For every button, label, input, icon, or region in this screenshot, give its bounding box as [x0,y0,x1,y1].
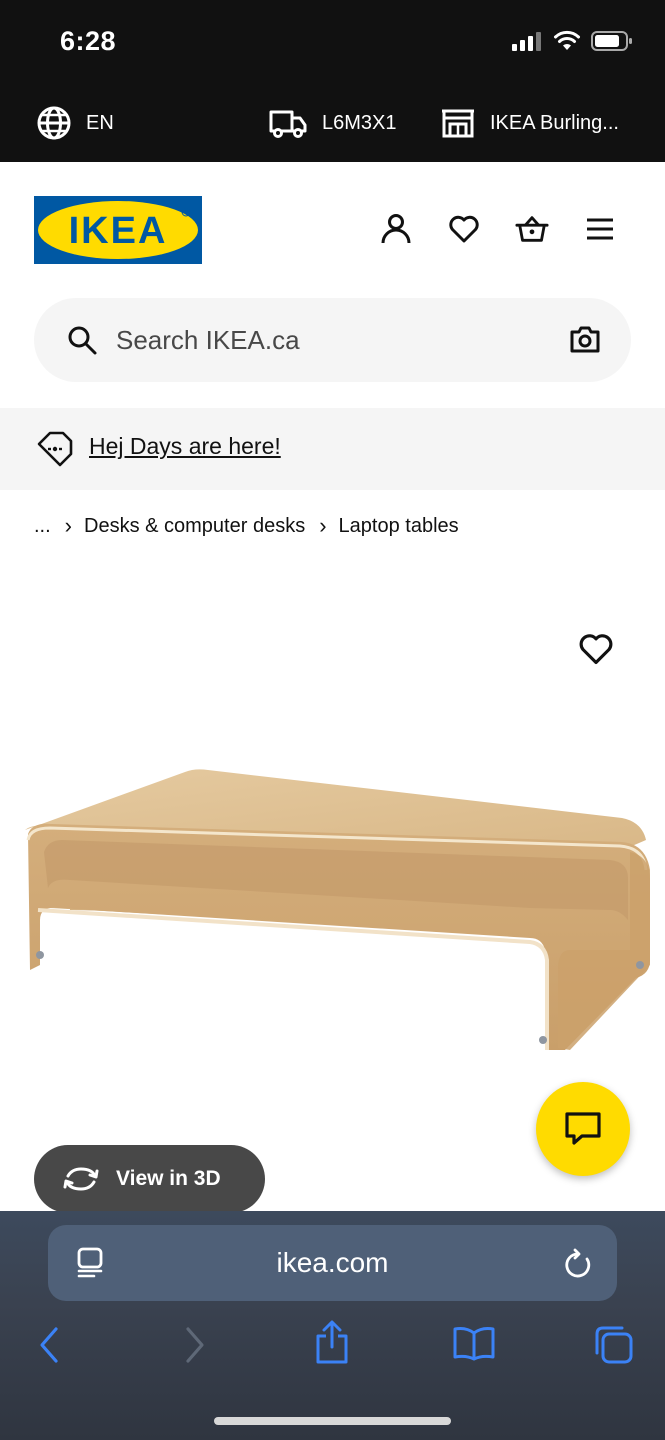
chat-button[interactable] [536,1082,630,1176]
product-image[interactable] [10,760,655,1060]
promo-link[interactable]: Hej Days are here! [89,433,281,460]
forward-icon[interactable] [182,1325,206,1365]
product-favorite-button[interactable] [578,632,614,671]
menu-button[interactable] [583,212,617,246]
status-time: 6:28 [60,26,117,56]
language-selector[interactable]: EN [36,84,114,162]
breadcrumb-item-desks[interactable]: Desks & computer desks [84,515,305,538]
site-header: IKEA [0,162,665,298]
breadcrumb-item-laptop-tables[interactable]: Laptop tables [339,515,459,538]
ikea-logo-graphic: IKEA [34,196,202,264]
heart-icon [449,215,479,243]
reload-icon[interactable] [563,1247,593,1279]
search-bar[interactable] [34,298,631,382]
search-icon [68,326,97,355]
view-in-3d-button[interactable]: View in 3D [34,1145,265,1213]
back-icon[interactable] [38,1325,62,1365]
chevron-right-icon: › [64,513,72,538]
store-icon [442,109,474,138]
rotate-3d-icon [63,1167,99,1191]
language-label: EN [86,111,114,134]
search-input[interactable] [116,320,556,360]
status-bar: 6:28 [0,0,665,84]
status-icons [511,30,633,52]
postal-code-selector[interactable]: L6M3X1 [268,84,397,162]
cart-button[interactable] [515,212,549,246]
breadcrumb: ... › Desks & computer desks › Laptop ta… [34,510,459,542]
logo-text: IKEA [69,210,168,252]
store-label: IKEA Burling... [490,111,619,134]
share-icon[interactable] [314,1319,350,1365]
globe-icon [37,106,71,140]
chat-bubble-icon [565,1112,601,1145]
breadcrumb-ellipsis[interactable]: ... [34,515,51,538]
favorites-button[interactable] [447,212,481,246]
delivery-truck-icon [269,110,307,138]
promo-banner: Hej Days are here! [0,408,665,490]
ikea-logo[interactable]: IKEA [34,196,202,264]
header-actions [379,212,617,246]
hamburger-menu-icon [587,218,613,240]
wifi-icon [554,30,580,50]
utility-bar: EN L6M3X1 IKEA Burling... [0,84,665,162]
heart-icon [579,634,613,665]
tabs-icon[interactable] [594,1325,634,1365]
basket-icon [515,216,549,242]
home-indicator[interactable] [214,1417,451,1425]
address-url: ikea.com [276,1247,389,1278]
account-button[interactable] [379,212,413,246]
store-selector[interactable]: IKEA Burling... [440,84,619,162]
chevron-right-icon: › [319,513,327,538]
postal-code-label: L6M3X1 [322,111,397,134]
bookmarks-icon[interactable] [452,1325,496,1361]
price-tag-icon [37,431,73,467]
user-icon [381,214,411,244]
camera-search-icon[interactable] [569,324,601,354]
address-bar[interactable]: ikea.com [48,1225,617,1301]
cellular-signal-icon [512,32,541,51]
browser-nav-row [0,1319,665,1379]
browser-toolbar: ikea.com [0,1211,665,1440]
battery-icon [591,31,632,51]
view-in-3d-label: View in 3D [116,1167,221,1190]
